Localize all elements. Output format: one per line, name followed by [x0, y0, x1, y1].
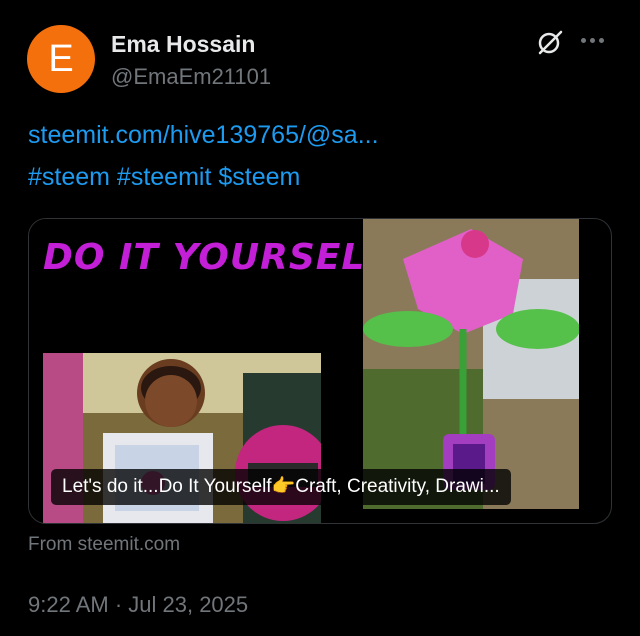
author-handle[interactable]: @EmaEm21101 — [111, 64, 271, 90]
post-timestamp[interactable]: 9:22 AM · Jul 23, 2025 — [28, 592, 248, 618]
more-options-icon[interactable] — [581, 30, 609, 50]
grok-icon[interactable] — [536, 28, 564, 56]
author-name[interactable]: Ema Hossain — [111, 31, 255, 58]
link-preview-card[interactable]: DO IT YOURSELF Let's do it...Do It Yours… — [28, 218, 612, 524]
avatar[interactable]: E — [27, 25, 95, 93]
flower-craft-photo — [363, 219, 579, 509]
hashtags[interactable]: #steem #steemit $steem — [28, 163, 300, 192]
card-source[interactable]: From steemit.com — [28, 534, 180, 556]
card-caption: Let's do it...Do It Yourself👉Craft, Crea… — [51, 469, 511, 505]
card-image-title: DO IT YOURSELF — [43, 237, 391, 278]
post-link[interactable]: steemit.com/hive139765/@sa... — [28, 121, 379, 150]
